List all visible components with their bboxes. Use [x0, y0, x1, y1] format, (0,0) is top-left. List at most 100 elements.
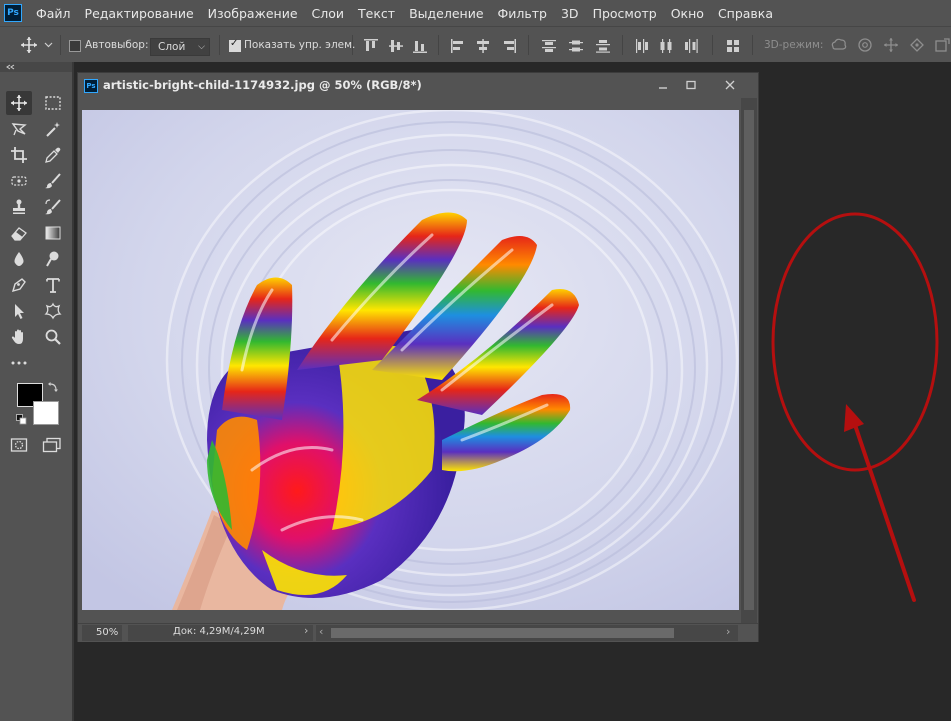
tool-preset-chevron-down-icon[interactable] [44, 42, 53, 48]
tool-crop[interactable] [6, 143, 32, 167]
document-window: Ps artistic-bright-child-1174932.jpg @ 5… [77, 72, 759, 642]
3d-slide-icon [910, 38, 924, 52]
distribute-top-edges-icon[interactable] [542, 39, 556, 53]
clone-stamp-tool-icon [13, 199, 25, 214]
tool-clone-stamp[interactable] [6, 195, 32, 219]
maximize-button[interactable] [678, 75, 704, 95]
tool-brush[interactable] [40, 169, 66, 193]
menu-layers[interactable]: Слои [312, 6, 345, 21]
tool-lasso[interactable] [6, 117, 32, 141]
3d-roll-icon [858, 38, 872, 52]
vertical-scrollbar-thumb[interactable] [744, 110, 754, 610]
align-top-edges-icon[interactable] [364, 39, 378, 53]
auto-select-label: Автовыбор: [85, 39, 149, 51]
document-info-field[interactable]: Док: 4,29M/4,29M [128, 625, 313, 641]
align-left-edges-icon[interactable] [451, 39, 465, 53]
tool-healing-brush[interactable] [6, 169, 32, 193]
document-size-text: Док: 4,29M/4,29M [173, 626, 265, 637]
custom-shape-tool-icon [44, 302, 62, 320]
history-brush-tool-icon [45, 199, 61, 215]
distribute-right-edges-icon[interactable] [684, 39, 698, 53]
move-tool-icon[interactable] [20, 36, 38, 54]
swap-colors-icon[interactable] [47, 381, 59, 393]
distribute-bottom-edges-icon[interactable] [596, 39, 610, 53]
toolbox-grip[interactable] [0, 62, 72, 72]
align-bottom-edges-icon[interactable] [413, 39, 427, 53]
annotation-circle [771, 212, 939, 472]
crop-tool-icon [11, 147, 27, 163]
align-vertical-centers-icon[interactable] [389, 39, 403, 53]
tool-marquee[interactable] [40, 91, 66, 115]
maximize-icon [686, 80, 696, 90]
menu-view[interactable]: Просмотр [593, 6, 657, 21]
align-horizontal-centers-icon[interactable] [476, 39, 490, 53]
auto-align-layers-icon[interactable] [726, 39, 740, 53]
menu-file[interactable]: Файл [36, 6, 71, 21]
magic-wand-tool-icon [46, 122, 60, 137]
photoshop-logo-icon[interactable]: Ps [4, 4, 22, 22]
painted-hand-image [82, 110, 739, 610]
horizontal-scrollbar-thumb[interactable] [331, 628, 674, 638]
quick-mask-icon[interactable] [10, 437, 28, 453]
tool-pen[interactable] [6, 273, 32, 297]
menu-filter[interactable]: Фильтр [498, 6, 547, 21]
zoom-level-field[interactable]: 50% [82, 625, 122, 641]
minimize-button[interactable] [650, 75, 676, 95]
auto-select-target-dropdown[interactable]: Слой ⌵ [150, 38, 210, 56]
vertical-scrollbar[interactable] [741, 98, 757, 623]
info-menu-chevron-right-icon[interactable]: › [304, 624, 308, 637]
tool-eraser[interactable] [6, 221, 32, 245]
document-status-bar: 50% Док: 4,29M/4,29M › ‹ › [78, 623, 758, 642]
menu-select[interactable]: Выделение [409, 6, 483, 21]
tool-dodge[interactable] [40, 247, 66, 271]
gradient-tool-icon [45, 226, 61, 240]
background-color-swatch[interactable] [33, 401, 59, 425]
options-bar: Автовыбор: Слой ⌵ Показать упр. элем. 3D… [0, 26, 951, 62]
show-transform-controls-checkbox[interactable] [229, 38, 241, 52]
tool-custom-shape[interactable] [40, 299, 66, 323]
tool-history-brush[interactable] [40, 195, 66, 219]
healing-brush-tool-icon [11, 176, 27, 186]
auto-select-checkbox[interactable] [69, 40, 81, 52]
menu-edit[interactable]: Редактирование [85, 6, 194, 21]
hand-tool-icon [11, 329, 23, 344]
menu-image[interactable]: Изображение [208, 6, 298, 21]
default-colors-icon[interactable] [16, 414, 27, 425]
tool-eyedropper[interactable] [40, 143, 66, 167]
auto-select-target-value: Слой [158, 41, 186, 53]
distribute-vertical-centers-icon[interactable] [569, 39, 583, 53]
tool-blur[interactable] [6, 247, 32, 271]
minimize-icon [659, 87, 667, 89]
align-right-edges-icon[interactable] [502, 39, 516, 53]
collapse-chevrons-icon[interactable] [5, 64, 15, 70]
brush-tool-icon [45, 173, 61, 189]
tool-gradient[interactable] [40, 221, 66, 245]
tool-move[interactable] [6, 91, 32, 115]
tool-hand[interactable] [6, 325, 32, 349]
horizontal-scrollbar[interactable]: ‹ › [316, 625, 738, 641]
screen-mode-icon[interactable] [42, 437, 62, 453]
menu-help[interactable]: Справка [718, 6, 773, 21]
tool-edit-toolbar[interactable] [6, 351, 32, 375]
image-canvas[interactable] [82, 110, 739, 610]
red-annotation-overlay [771, 212, 939, 602]
tool-path-selection[interactable] [6, 299, 32, 323]
scroll-right-chevron-icon[interactable]: › [726, 625, 730, 638]
tool-zoom[interactable] [40, 325, 66, 349]
menu-type[interactable]: Текст [358, 6, 395, 21]
3d-scale-icon [935, 38, 950, 52]
tool-type[interactable] [40, 273, 66, 297]
menu-window[interactable]: Окно [671, 6, 704, 21]
document-ps-icon: Ps [84, 79, 98, 93]
scroll-left-chevron-icon[interactable]: ‹ [319, 625, 323, 638]
pen-tool-icon [11, 278, 26, 293]
move-tool-icon [11, 95, 27, 111]
close-button[interactable] [717, 75, 743, 95]
menu-3d[interactable]: 3D [561, 6, 579, 21]
tool-magic-wand[interactable] [40, 117, 66, 141]
annotation-arrow [850, 414, 916, 602]
distribute-horizontal-centers-icon[interactable] [659, 39, 673, 53]
dodge-tool-icon [46, 251, 59, 267]
document-title-bar[interactable]: Ps artistic-bright-child-1174932.jpg @ 5… [78, 73, 758, 98]
distribute-left-edges-icon[interactable] [635, 39, 649, 53]
